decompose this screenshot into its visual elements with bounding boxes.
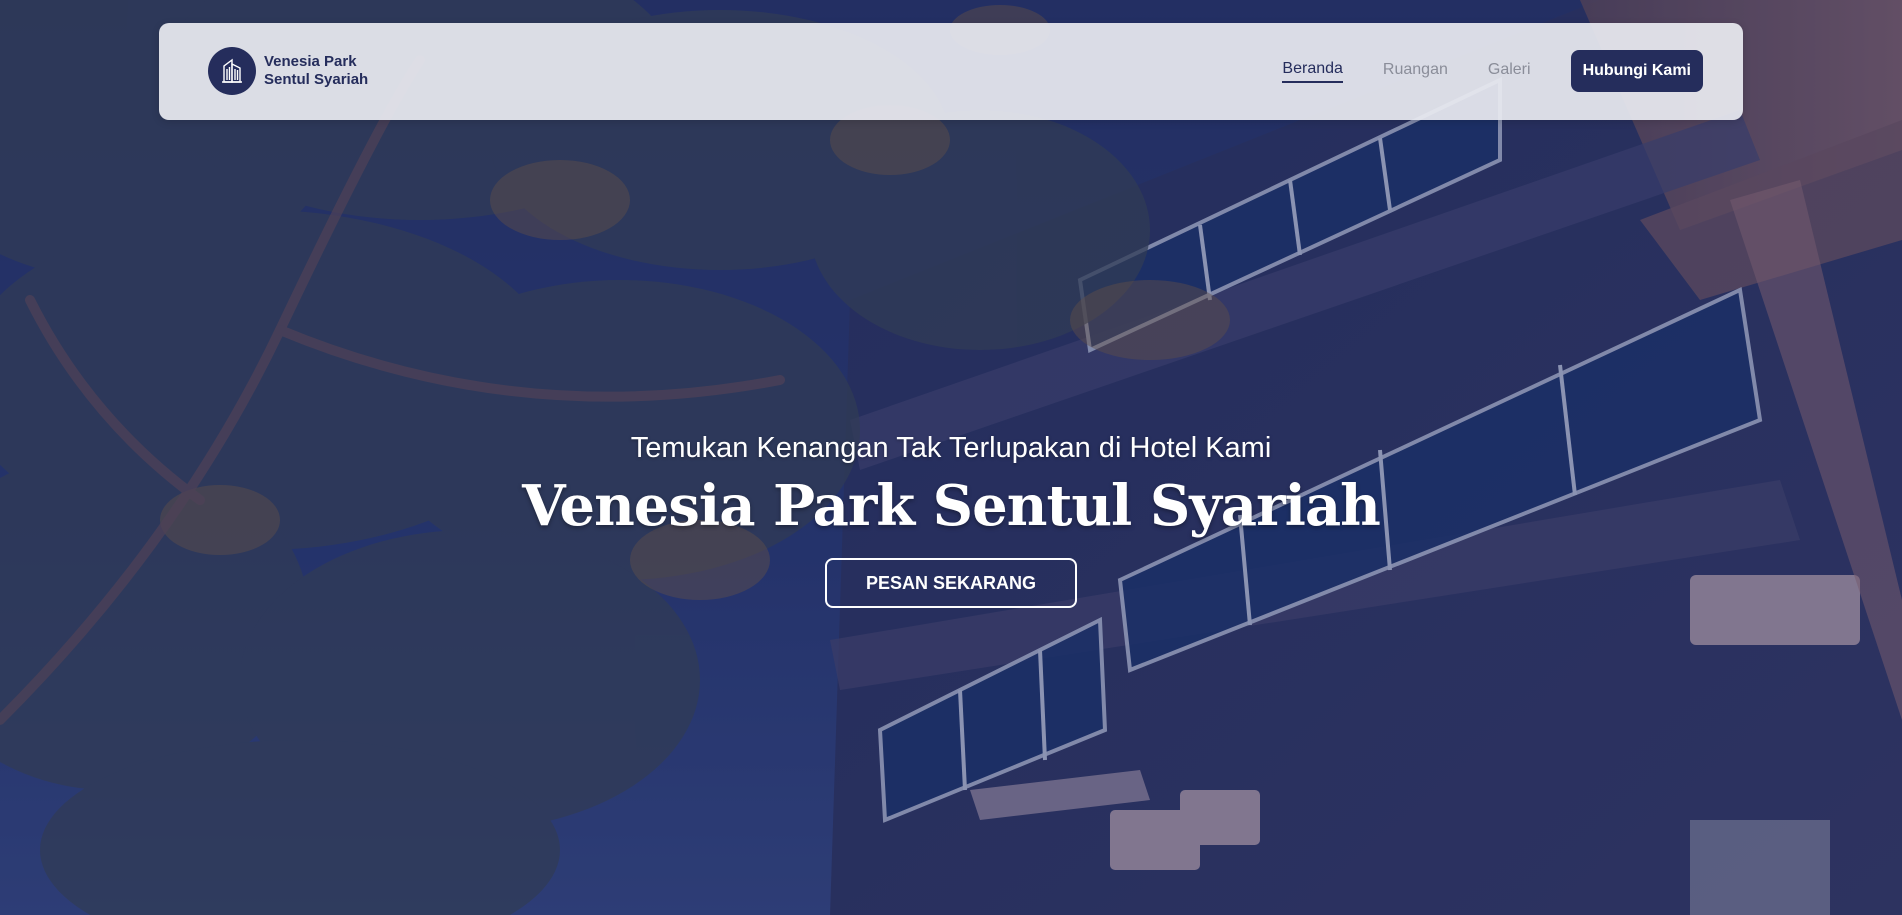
nav-item-ruangan[interactable]: Ruangan bbox=[1383, 61, 1448, 82]
hero-content: Temukan Kenangan Tak Terlupakan di Hotel… bbox=[0, 426, 1902, 608]
brand-name-line1: Venesia Park bbox=[264, 53, 357, 70]
building-icon bbox=[208, 47, 256, 95]
contact-button[interactable]: Hubungi Kami bbox=[1570, 50, 1703, 92]
brand-name: Venesia Park Sentul Syariah bbox=[264, 53, 368, 89]
nav-item-beranda[interactable]: Beranda bbox=[1282, 60, 1343, 83]
book-now-button[interactable]: PESAN SEKARANG bbox=[825, 558, 1077, 608]
hero-section: Venesia Park Sentul Syariah Beranda Ruan… bbox=[0, 0, 1902, 915]
hero-subtitle: Temukan Kenangan Tak Terlupakan di Hotel… bbox=[630, 432, 1272, 464]
nav-item-galeri[interactable]: Galeri bbox=[1488, 61, 1531, 82]
hero-title: Venesia Park Sentul Syariah bbox=[522, 473, 1381, 539]
nav-links: Beranda Ruangan Galeri Hubungi Kami bbox=[1282, 50, 1703, 92]
brand[interactable]: Venesia Park Sentul Syariah bbox=[208, 47, 368, 95]
navbar: Venesia Park Sentul Syariah Beranda Ruan… bbox=[159, 23, 1743, 120]
brand-name-line2: Sentul Syariah bbox=[264, 71, 369, 88]
